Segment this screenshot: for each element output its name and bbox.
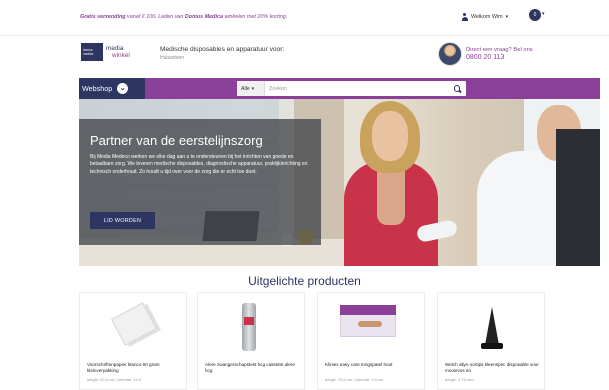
product-name[interactable]: Welch allyn oortips kleenspec disposable…: [445, 362, 541, 375]
product-name[interactable]: Voorschriftenpapier blanco 60 gram klein…: [87, 362, 183, 375]
search-button[interactable]: [448, 81, 466, 96]
logo-line2: winkel: [112, 52, 130, 59]
search-category-label: Alle: [241, 85, 250, 92]
promo-tail: winkelen met 20% korting.: [222, 14, 288, 20]
product-image: [80, 299, 186, 357]
hero-banner: Partner van de eerstelijnszorg Bij Media…: [79, 99, 600, 266]
join-button[interactable]: LID WORDEN: [90, 212, 155, 229]
promo-rest: vanaf € 100. Leden van: [125, 14, 185, 20]
hero-photo-monitor: [556, 129, 600, 266]
webshop-label: Webshop: [82, 84, 113, 93]
person-icon: [461, 13, 468, 21]
cart-button[interactable]: 0 ▾: [527, 8, 549, 22]
webshop-menu-button[interactable]: Webshop ⌄: [79, 78, 145, 99]
spatula-box-band: [340, 305, 396, 315]
search-bar: Alle ▾: [237, 81, 466, 96]
tagline-sub[interactable]: Huisartsen: [160, 55, 284, 61]
contact-lines: Direct een vraag? Bel ons 0800 20 113: [466, 47, 533, 61]
chevron-down-icon: ▾: [505, 14, 509, 20]
product-image: [318, 299, 424, 357]
promo-text: Gratis verzending vanaf € 100. Leden van…: [80, 14, 287, 20]
product-card[interactable]: Welch allyn oortips kleenspec disposable…: [437, 292, 545, 390]
logo-text: media winkel: [106, 45, 130, 59]
logo-box-line2: medica: [83, 52, 94, 56]
site-logo[interactable]: domus medica media winkel: [81, 42, 143, 62]
product-card[interactable]: Kliniex easy care tongspatel hout lengte…: [317, 292, 425, 390]
spatula-image: [358, 321, 382, 327]
tagline: Medische disposables en apparatuur voor:…: [160, 46, 284, 61]
product-image: [438, 299, 544, 357]
tagline-main: Medische disposables en apparatuur voor:: [160, 46, 285, 53]
product-card[interactable]: Voorschriftenpapier blanco 60 gram klein…: [79, 292, 187, 390]
search-input[interactable]: [269, 82, 439, 95]
contact-question: Direct een vraag? Bel ons: [466, 47, 533, 53]
test-cassette-label: [244, 317, 254, 325]
product-list: Voorschriftenpapier blanco 60 gram klein…: [79, 292, 600, 390]
site-header: domus medica media winkel Medische dispo…: [0, 36, 609, 74]
search-icon: [453, 85, 461, 92]
product-spec: lengte: 15,0 cm | breedte: 2,0 cm: [325, 377, 384, 382]
hero-photo-patient-face: [372, 111, 408, 161]
hero-photo-patient-top: [377, 165, 405, 225]
product-name[interactable]: Kliniex easy care tongspatel hout: [325, 362, 421, 368]
ear-tip-image: [485, 307, 499, 345]
search-category-select[interactable]: Alle ▾: [237, 81, 265, 96]
promo-bold: Gratis verzending: [80, 14, 126, 20]
product-card[interactable]: Alere zwangerschapstest hcg cassette ale…: [197, 292, 305, 390]
hero-body: Bij Media Medeco werken we elke dag aan …: [90, 154, 308, 175]
hero-text-panel: Partner van de eerstelijnszorg Bij Media…: [79, 119, 321, 245]
chevron-down-icon: ▾: [542, 11, 545, 17]
account-menu[interactable]: Welkom Wim ▾: [461, 11, 508, 23]
hero-title: Partner van de eerstelijnszorg: [90, 133, 263, 148]
logo-box: domus medica: [81, 43, 103, 61]
chevron-down-icon: ▾: [251, 85, 255, 92]
contact-block[interactable]: Direct een vraag? Bel ons 0800 20 113: [438, 42, 533, 66]
paper-stack-image: [111, 302, 157, 346]
cart-icon: 0: [529, 9, 541, 21]
logo-line1: media: [106, 45, 124, 52]
chevron-down-icon: ⌄: [117, 83, 129, 94]
product-spec: lengte: 20,8 cm | breedte: 10,5: [87, 377, 142, 382]
ear-tip-base: [481, 343, 503, 349]
promo-brand: Domus Medica: [184, 14, 223, 20]
product-image: [198, 299, 304, 357]
featured-title: Uitgelichte producten: [248, 274, 361, 288]
product-name[interactable]: Alere zwangerschapstest hcg cassette ale…: [205, 362, 301, 375]
contact-phone[interactable]: 0800 20 113: [466, 54, 533, 61]
promo-bar: Gratis verzending vanaf € 100. Leden van…: [0, 0, 609, 36]
account-label: Welkom Wim: [471, 14, 503, 20]
main-nav: Webshop ⌄ Alle ▾: [79, 78, 600, 99]
cart-count: 0: [533, 12, 537, 18]
avatar: [438, 42, 462, 66]
test-cassette-image: [242, 303, 256, 351]
product-spec: lengte: 2,75 mm: [445, 377, 474, 382]
